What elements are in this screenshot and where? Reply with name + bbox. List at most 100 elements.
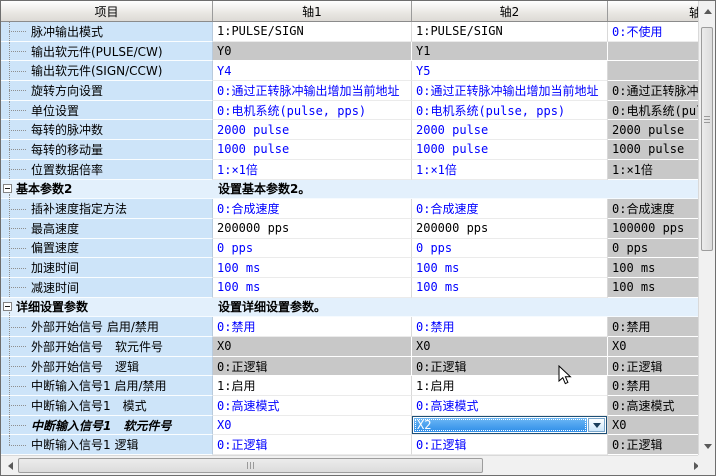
param-label-cell: 脉冲输出模式: [1, 22, 213, 42]
horizontal-scrollbar[interactable]: [1, 455, 700, 475]
scroll-left-button[interactable]: [2, 458, 18, 473]
param-label-cell: 中断输入信号1 模式: [1, 396, 213, 416]
axis2-value-cell[interactable]: 0:合成速度: [412, 199, 608, 219]
axis1-value-cell[interactable]: 0:禁用: [213, 317, 412, 337]
triangle-down-icon: [704, 444, 712, 449]
axis3-value-cell[interactable]: 2000 pulse: [608, 120, 698, 140]
table-row: 每转的移动量1000 pulse1000 pulse1000 pulse: [1, 140, 698, 160]
axis3-value-cell[interactable]: 0 pps: [608, 239, 698, 259]
axis2-value-cell[interactable]: 1:×1倍: [412, 160, 608, 180]
axis3-value-cell[interactable]: 0:合成速度: [608, 199, 698, 219]
axis2-value-cell[interactable]: 200000 pps: [412, 219, 608, 239]
param-label: 位置数据倍率: [31, 161, 103, 178]
horizontal-scrollbar-thumb[interactable]: [18, 458, 483, 473]
axis2-value-cell[interactable]: 0:通过正转脉冲输出增加当前地址: [412, 81, 608, 101]
axis3-value-cell[interactable]: X0: [608, 416, 698, 436]
axis2-value-cell[interactable]: 1000 pulse: [412, 140, 608, 160]
axis2-value-cell[interactable]: 0 pps: [412, 239, 608, 259]
axis3-value-cell[interactable]: 100 ms: [608, 258, 698, 278]
axis1-value-cell[interactable]: 0 pps: [213, 239, 412, 259]
scroll-up-button[interactable]: [700, 3, 715, 19]
table-row: 外部开始信号 启用/禁用0:禁用0:禁用0:禁用: [1, 317, 698, 337]
axis3-value-cell[interactable]: 0:通过正转脉冲输出增加当前地址: [608, 81, 698, 101]
axis3-value-cell[interactable]: 0:不使用: [608, 22, 698, 42]
tree-line: [9, 327, 26, 328]
param-label: 插补速度指定方法: [31, 200, 127, 217]
grid-viewport: 项目 轴1 轴2 轴3 脉冲输出模式1:PULSE/SIGN1:PULSE/SI…: [1, 1, 698, 456]
axis3-value-cell[interactable]: 0:禁用: [608, 317, 698, 337]
axis1-value-cell[interactable]: X0: [213, 337, 412, 357]
axis3-value-cell[interactable]: [608, 42, 698, 62]
axis2-value-cell[interactable]: 0:禁用: [412, 317, 608, 337]
axis3-value-cell[interactable]: 0:电机系统(pulse, pps): [608, 101, 698, 121]
param-label: 偏置速度: [31, 239, 79, 256]
axis1-value-cell[interactable]: 0:正逻辑: [213, 435, 412, 455]
param-label-cell: 中断输入信号1 启用/禁用: [1, 376, 213, 396]
group-label: 基本参数2: [16, 180, 72, 199]
axis2-value-cell[interactable]: 100 ms: [412, 258, 608, 278]
combobox-dropdown-button[interactable]: [588, 418, 605, 433]
param-label-cell: 加速时间: [1, 258, 213, 278]
axis2-value-cell[interactable]: X2: [412, 416, 608, 436]
collapse-minus-icon[interactable]: [3, 302, 12, 311]
param-label-cell: 偏置速度: [1, 239, 213, 259]
vertical-scrollbar-thumb[interactable]: [701, 27, 713, 251]
axis3-value-cell[interactable]: 0:正逻辑: [608, 435, 698, 455]
axis2-value-cell[interactable]: Y1: [412, 42, 608, 62]
table-row: 最高速度200000 pps200000 pps100000 pps: [1, 219, 698, 239]
axis1-value-cell[interactable]: 2000 pulse: [213, 120, 412, 140]
axis2-value-cell[interactable]: 1:PULSE/SIGN: [412, 22, 608, 42]
param-label-cell: 最高速度: [1, 219, 213, 239]
axis2-value-cell[interactable]: 0:电机系统(pulse, pps): [412, 101, 608, 121]
axis1-value-cell[interactable]: 0:合成速度: [213, 199, 412, 219]
axis3-value-cell[interactable]: [608, 61, 698, 81]
axis2-value-cell[interactable]: 1:启用: [412, 376, 608, 396]
axis3-value-cell[interactable]: 1000 pulse: [608, 140, 698, 160]
param-label: 加速时间: [31, 259, 79, 276]
axis3-value-cell[interactable]: 0:禁用: [608, 376, 698, 396]
vertical-scrollbar[interactable]: [698, 1, 715, 456]
param-label-cell: 输出软元件(PULSE/CW): [1, 42, 213, 62]
axis1-value-cell[interactable]: 0:电机系统(pulse, pps): [213, 101, 412, 121]
axis2-value-cell[interactable]: 2000 pulse: [412, 120, 608, 140]
axis3-value-cell[interactable]: 100 ms: [608, 278, 698, 298]
axis1-value-cell[interactable]: 0:正逻辑: [213, 357, 412, 377]
axis2-value-cell[interactable]: 0:高速模式: [412, 396, 608, 416]
table-row: 脉冲输出模式1:PULSE/SIGN1:PULSE/SIGN0:不使用: [1, 22, 698, 42]
axis2-value-cell[interactable]: 100 ms: [412, 278, 608, 298]
axis3-value-cell[interactable]: 0:高速模式: [608, 396, 698, 416]
axis3-value-cell[interactable]: X0: [608, 337, 698, 357]
param-label-cell: 输出软元件(SIGN/CCW): [1, 61, 213, 81]
tree-line: [9, 90, 26, 91]
axis1-value-cell[interactable]: Y0: [213, 42, 412, 62]
axis1-value-cell[interactable]: X0: [213, 416, 412, 436]
axis2-value-cell[interactable]: 0:正逻辑: [412, 435, 608, 455]
axis1-value-cell[interactable]: 1:PULSE/SIGN: [213, 22, 412, 42]
param-label: 外部开始信号 启用/禁用: [31, 318, 159, 335]
axis2-value-cell[interactable]: 0:正逻辑: [412, 357, 608, 377]
axis1-value-cell[interactable]: 0:通过正转脉冲输出增加当前地址: [213, 81, 412, 101]
column-header-axis3: 轴3: [608, 1, 698, 21]
cell-editor-combobox[interactable]: X2: [412, 416, 607, 435]
table-row: 插补速度指定方法0:合成速度0:合成速度0:合成速度: [1, 199, 698, 219]
collapse-minus-icon[interactable]: [3, 184, 12, 193]
axis2-value-cell[interactable]: Y5: [412, 61, 608, 81]
axis1-value-cell[interactable]: 1:×1倍: [213, 160, 412, 180]
axis1-value-cell[interactable]: 1000 pulse: [213, 140, 412, 160]
axis1-value-cell[interactable]: 1:启用: [213, 376, 412, 396]
scroll-down-button[interactable]: [700, 438, 715, 454]
axis1-value-cell[interactable]: 0:高速模式: [213, 396, 412, 416]
axis1-value-cell[interactable]: 100 ms: [213, 278, 412, 298]
axis1-value-cell[interactable]: Y4: [213, 61, 412, 81]
column-header-item-label: 项目: [94, 3, 118, 20]
axis1-value-cell[interactable]: 200000 pps: [213, 219, 412, 239]
axis2-value-cell[interactable]: X0: [412, 337, 608, 357]
axis3-value-cell[interactable]: 100000 pps: [608, 219, 698, 239]
axis1-value-cell[interactable]: 100 ms: [213, 258, 412, 278]
param-label: 最高速度: [31, 220, 79, 237]
axis3-value-cell[interactable]: 1:×1倍: [608, 160, 698, 180]
tree-line: [9, 51, 26, 52]
column-header-axis1-label: 轴1: [302, 3, 322, 20]
axis3-value-cell[interactable]: 0:正逻辑: [608, 357, 698, 377]
tree-line: [9, 425, 26, 426]
